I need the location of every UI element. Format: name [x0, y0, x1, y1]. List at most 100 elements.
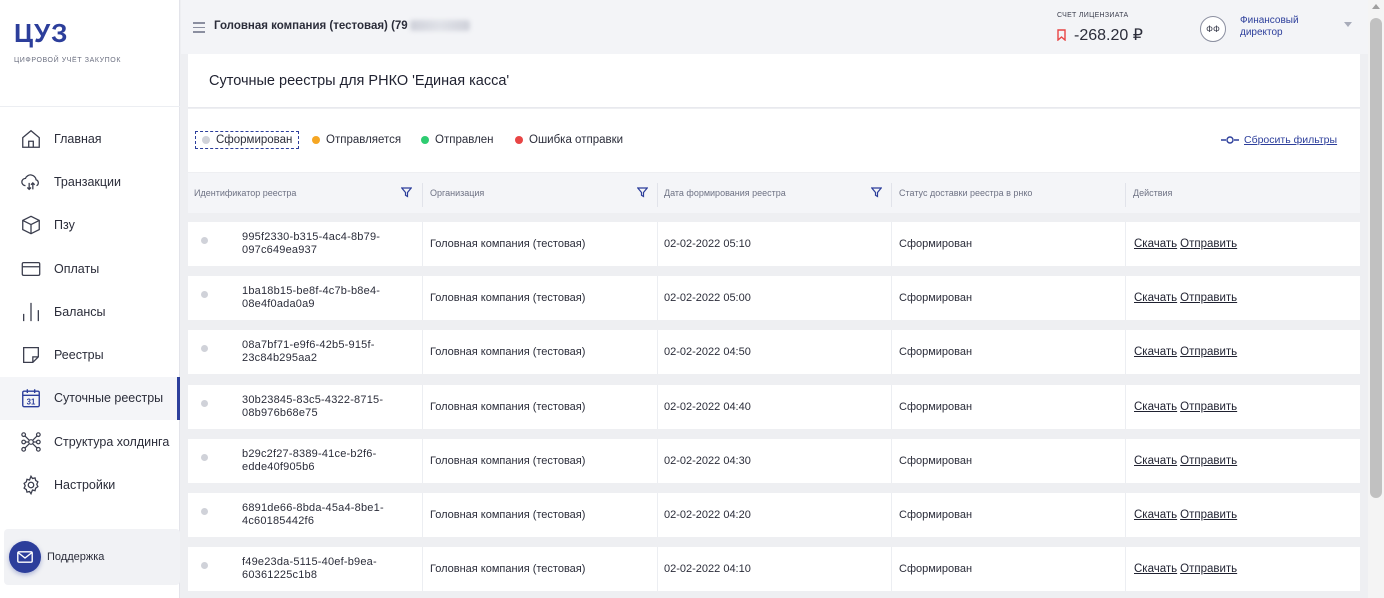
- sidebar-item-registries[interactable]: Реестры: [0, 333, 180, 376]
- status-cell: Сформирован: [899, 455, 973, 467]
- download-link[interactable]: Скачать: [1134, 346, 1177, 358]
- sidebar-item-label: Балансы: [54, 304, 106, 319]
- filter-icon[interactable]: [637, 187, 648, 198]
- date-cell: 02-02-2022 04:40: [664, 401, 751, 413]
- column-separator: [422, 183, 423, 207]
- cell-separator: [657, 493, 658, 537]
- send-link[interactable]: Отправить: [1180, 509, 1237, 521]
- cell-separator: [891, 547, 892, 591]
- status-dot: [201, 291, 208, 298]
- actions-cell: Скачать Отправить: [1134, 547, 1237, 591]
- chevron-down-icon[interactable]: [1344, 22, 1352, 27]
- cell-separator: [657, 222, 658, 266]
- cell-separator: [891, 330, 892, 374]
- send-link[interactable]: Отправить: [1180, 292, 1237, 304]
- filter-icon[interactable]: [871, 187, 882, 198]
- table-row: 995f2330-b315-4ac4-8b79-097c649ea937 Голо…: [188, 222, 1360, 266]
- download-link[interactable]: Скачать: [1134, 509, 1177, 521]
- sidebar-item-daily-registries[interactable]: 31 Суточные реестры: [0, 376, 180, 421]
- sidebar-item-label: Реестры: [54, 348, 104, 363]
- status-cell: Сформирован: [899, 292, 973, 304]
- mail-icon: [17, 551, 33, 563]
- cell-separator: [891, 439, 892, 483]
- filter-chip-sent[interactable]: Отправлен: [421, 131, 494, 149]
- send-link[interactable]: Отправить: [1180, 346, 1237, 358]
- column-separator: [891, 183, 892, 207]
- sidebar-item-settings[interactable]: Настройки: [0, 463, 180, 506]
- sidebar-item-home[interactable]: Главная: [0, 117, 180, 160]
- registry-id: f49e23da-5115-40ef-b9ea-60361225c1b8: [242, 556, 377, 581]
- sidebar-item-label: Транзакции: [54, 174, 122, 189]
- send-link[interactable]: Отправить: [1180, 455, 1237, 467]
- scrollbar-thumb[interactable]: [1370, 18, 1382, 498]
- registry-id: 1ba18b15-be8f-4c7b-b8e4-08e4f0ada0a9: [242, 285, 381, 310]
- company-selector[interactable]: Головная компания (тестовая) (79: [214, 20, 470, 32]
- download-link[interactable]: Скачать: [1134, 563, 1177, 575]
- cell-separator: [891, 493, 892, 537]
- organization-cell: Головная компания (тестовая): [430, 292, 586, 304]
- cell-separator: [657, 276, 658, 320]
- sidebar-item-label: Суточные реестры: [54, 391, 164, 406]
- status-filters: Сформирован Отправляется Отправлен Ошибк…: [188, 109, 1360, 172]
- transactions-icon: [20, 171, 42, 193]
- cell-separator: [422, 547, 423, 591]
- organization-cell: Головная компания (тестовая): [430, 346, 586, 358]
- sidebar-item-transactions[interactable]: Транзакции: [0, 160, 180, 203]
- filter-chip-sending[interactable]: Отправляется: [312, 131, 401, 149]
- status-dot: [201, 508, 208, 515]
- cell-separator: [1125, 222, 1126, 266]
- cell-separator: [891, 276, 892, 320]
- status-dot-sending: [312, 136, 320, 144]
- organization-cell: Головная компания (тестовая): [430, 401, 586, 413]
- date-cell: 02-02-2022 04:10: [664, 563, 751, 575]
- registry-id: 08a7bf71-e9f6-42b5-915f-23c84b295aa2: [242, 339, 375, 364]
- bars-icon: [20, 301, 42, 323]
- cell-separator: [891, 385, 892, 429]
- send-link[interactable]: Отправить: [1180, 238, 1237, 250]
- bookmark-icon: [1057, 29, 1066, 41]
- column-header-label: Дата формирования реестра: [664, 188, 786, 198]
- download-link[interactable]: Скачать: [1134, 292, 1177, 304]
- sidebar-item-payments[interactable]: Оплаты: [0, 247, 180, 290]
- column-separator: [1125, 183, 1126, 207]
- registry-id: b29c2f27-8389-41ce-b2f6-edde40f905b6: [242, 448, 377, 473]
- status-dot: [201, 345, 208, 352]
- status-cell: Сформирован: [899, 509, 973, 521]
- reset-filters-button[interactable]: Сбросить фильтры: [1221, 134, 1337, 146]
- cell-separator: [422, 493, 423, 537]
- scroll-up-arrow-icon[interactable]: [1372, 4, 1380, 9]
- date-cell: 02-02-2022 05:10: [664, 238, 751, 250]
- cell-separator: [1125, 276, 1126, 320]
- menu-icon[interactable]: [193, 22, 205, 36]
- filter-icon[interactable]: [401, 187, 412, 198]
- sidebar-divider: [0, 106, 180, 107]
- sidebar-item-balances[interactable]: Балансы: [0, 290, 180, 333]
- cell-separator: [422, 276, 423, 320]
- send-link[interactable]: Отправить: [1180, 563, 1237, 575]
- download-link[interactable]: Скачать: [1134, 238, 1177, 250]
- card-icon: [20, 258, 42, 280]
- account-balance: -268.20 ₽: [1057, 25, 1143, 45]
- column-header-label: Действия: [1133, 188, 1173, 198]
- avatar[interactable]: ФФ: [1200, 16, 1226, 42]
- column-header-label: Организация: [430, 188, 485, 198]
- filter-chip-error[interactable]: Ошибка отправки: [515, 131, 623, 149]
- box-icon: [20, 214, 42, 236]
- support-button[interactable]: [9, 541, 41, 573]
- status-dot-error: [515, 136, 523, 144]
- status-cell: Сформирован: [899, 563, 973, 575]
- column-header-status: Статус доставки реестра в рнко: [893, 173, 1127, 213]
- support-widget[interactable]: Поддержка: [4, 529, 180, 585]
- filter-chip-formed[interactable]: Сформирован: [195, 131, 300, 149]
- sidebar-item-pzu[interactable]: Пзу: [0, 204, 180, 247]
- download-link[interactable]: Скачать: [1134, 455, 1177, 467]
- sidebar-item-holding-structure[interactable]: Структура холдинга: [0, 420, 180, 463]
- app-logo[interactable]: ЦУЗ: [14, 18, 68, 49]
- actions-cell: Скачать Отправить: [1134, 439, 1237, 483]
- sidebar: ЦУЗ ЦИФРОВОЙ УЧЁТ ЗАКУПОК Главная Транза…: [0, 0, 180, 598]
- cell-separator: [1125, 385, 1126, 429]
- send-link[interactable]: Отправить: [1180, 401, 1237, 413]
- user-role[interactable]: Финансовый директор: [1240, 15, 1330, 39]
- sidebar-nav: Главная Транзакции Пзу Оплаты Балансы Ре…: [0, 117, 180, 507]
- download-link[interactable]: Скачать: [1134, 401, 1177, 413]
